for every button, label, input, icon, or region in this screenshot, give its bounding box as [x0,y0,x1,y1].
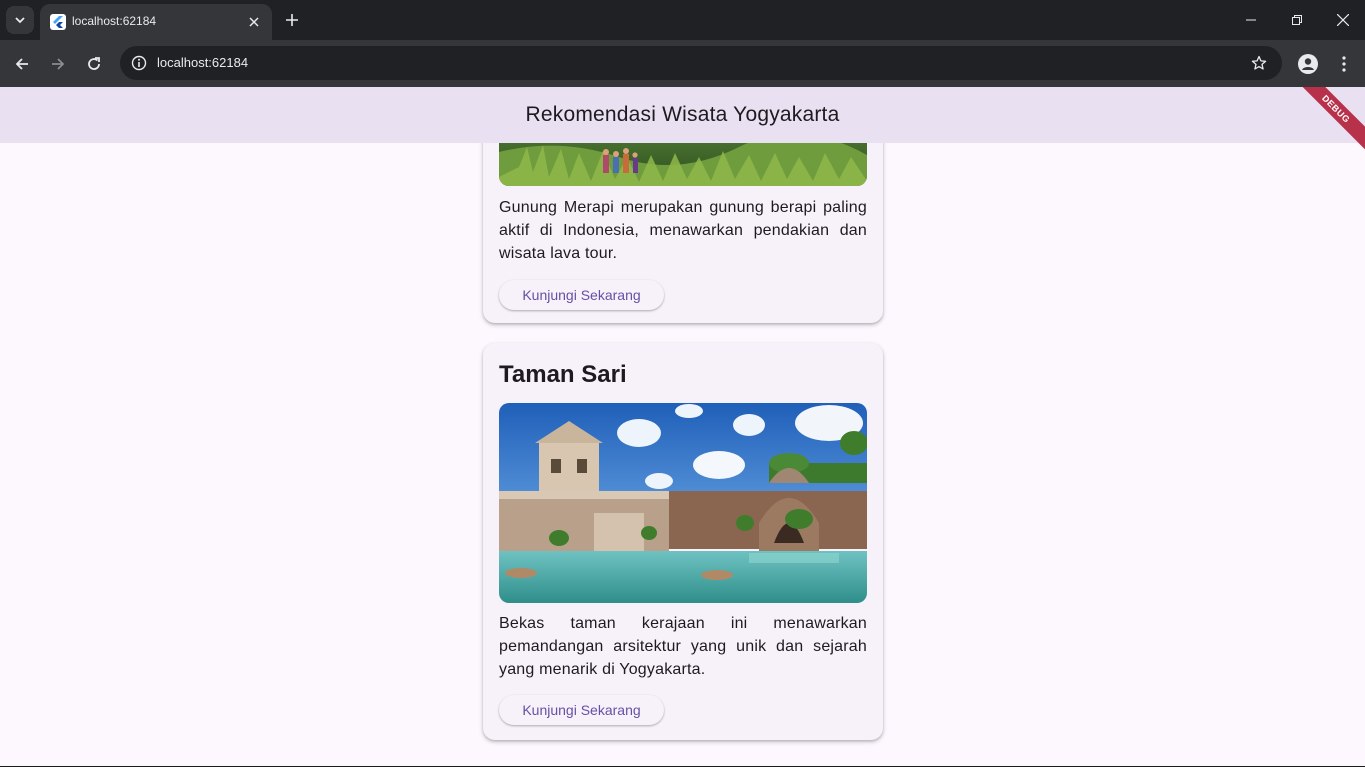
account-icon [1298,54,1318,74]
reload-button[interactable] [80,50,108,78]
app-viewport[interactable]: Rekomendasi Wisata Yogyakarta DEBUG Gunu… [0,87,1365,767]
card-title: Taman Sari [499,361,627,388]
chevron-down-icon [15,17,25,24]
page-title: Rekomendasi Wisata Yogyakarta [525,103,840,126]
visit-now-button[interactable]: Kunjungi Sekarang [499,695,664,725]
reload-icon [88,57,100,70]
flutter-favicon-icon [50,14,66,30]
browser-toolbar: localhost:62184 [0,40,1365,87]
browser-tab[interactable]: localhost:62184 [40,4,272,40]
card-description: Bekas taman kerajaan ini menawarkan pema… [499,615,867,678]
url-text: localhost:62184 [157,55,249,70]
menu-button[interactable] [1330,50,1358,78]
close-window-button[interactable] [1320,0,1365,40]
restore-icon [1292,15,1302,25]
back-button[interactable] [8,50,36,78]
minimize-button[interactable] [1228,0,1274,40]
tab-title: localhost:62184 [72,14,157,28]
tab-search-button[interactable] [6,6,34,34]
destination-card-taman-sari: Taman Sari Bekas taman kerajaan ini mena… [483,343,883,740]
taman-sari-image [499,403,867,603]
bookmark-button[interactable] [1248,52,1270,74]
app-bar: Rekomendasi Wisata Yogyakarta [0,87,1365,143]
tab-close-button[interactable] [244,12,264,32]
arrow-right-icon [52,58,65,70]
browser-tabstrip: localhost:62184 [0,0,1365,40]
close-icon [1337,14,1349,26]
profile-button[interactable] [1294,50,1322,78]
more-vert-icon [1342,56,1346,72]
close-icon [249,17,259,27]
star-icon [1251,55,1267,70]
plus-icon [286,14,298,26]
address-bar[interactable]: localhost:62184 [120,46,1282,80]
minimize-icon [1246,19,1256,21]
card-description: Gunung Merapi merupakan gunung berapi pa… [499,199,867,262]
info-icon [131,55,147,71]
new-tab-button[interactable] [280,8,304,32]
arrow-left-icon [15,58,28,70]
restore-button[interactable] [1274,0,1320,40]
visit-now-button[interactable]: Kunjungi Sekarang [499,280,664,310]
site-info-button[interactable] [128,52,150,74]
forward-button[interactable] [44,50,72,78]
